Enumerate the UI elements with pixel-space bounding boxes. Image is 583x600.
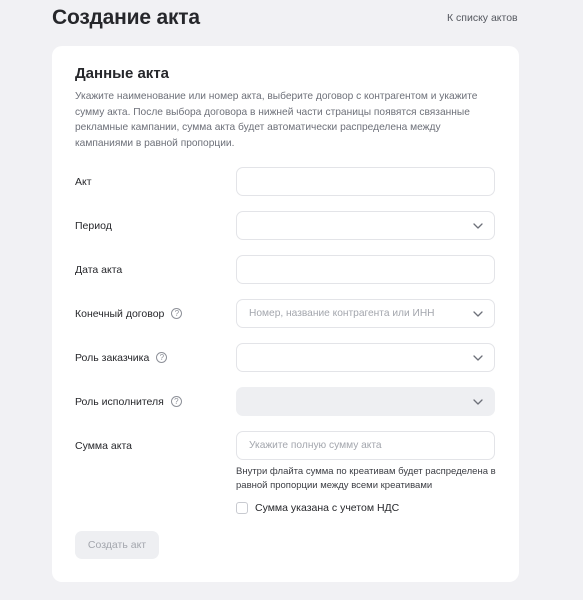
contract-select[interactable]: Номер, название контрагента или ИНН bbox=[236, 299, 495, 328]
vat-checkbox-label[interactable]: Сумма указана с учетом НДС bbox=[255, 502, 399, 514]
row-contract: Конечный договор ? Номер, название контр… bbox=[52, 299, 519, 328]
executor-role-select[interactable] bbox=[236, 387, 495, 416]
row-period: Период bbox=[52, 211, 519, 240]
section-description: Укажите наименование или номер акта, выб… bbox=[75, 91, 478, 149]
row-executor-role: Роль исполнителя ? bbox=[52, 387, 519, 416]
chevron-down-icon bbox=[473, 311, 483, 317]
chevron-down-icon bbox=[473, 399, 483, 405]
question-icon[interactable]: ? bbox=[156, 352, 168, 363]
vat-checkbox[interactable] bbox=[236, 502, 248, 514]
create-act-button[interactable]: Создать акт bbox=[75, 531, 159, 559]
period-select[interactable] bbox=[236, 211, 495, 240]
question-icon[interactable]: ? bbox=[171, 308, 183, 319]
act-input[interactable] bbox=[236, 167, 495, 196]
amount-placeholder: Укажите полную сумму акта bbox=[249, 440, 382, 451]
contract-placeholder: Номер, название контрагента или ИНН bbox=[249, 308, 435, 319]
customer-role-label: Роль заказчика bbox=[75, 351, 150, 364]
row-amount: Сумма акта Укажите полную сумму акта bbox=[52, 431, 519, 460]
question-icon[interactable]: ? bbox=[170, 396, 182, 407]
executor-role-label-wrap: Роль исполнителя ? bbox=[75, 387, 182, 416]
act-form-card: Данные акта Укажите наименование или ном… bbox=[52, 46, 519, 582]
customer-role-select[interactable] bbox=[236, 343, 495, 372]
amount-hint: Внутри флайта сумма по креативам будет р… bbox=[236, 466, 496, 491]
amount-label: Сумма акта bbox=[75, 439, 132, 452]
page-title: Создание акта bbox=[52, 6, 200, 29]
act-label: Акт bbox=[75, 175, 92, 188]
act-date-label: Дата акта bbox=[75, 263, 123, 276]
back-to-acts-link[interactable]: К списку актов bbox=[447, 12, 518, 24]
chevron-down-icon bbox=[473, 223, 483, 229]
row-act: Акт bbox=[52, 167, 519, 196]
section-title: Данные акта bbox=[75, 65, 170, 82]
period-label: Период bbox=[75, 219, 112, 232]
amount-input[interactable]: Укажите полную сумму акта bbox=[236, 431, 495, 460]
contract-label-wrap: Конечный договор ? bbox=[75, 299, 183, 328]
vat-checkbox-row[interactable]: Сумма указана с учетом НДС bbox=[236, 501, 399, 515]
row-act-date: Дата акта bbox=[52, 255, 519, 284]
row-customer-role: Роль заказчика ? bbox=[52, 343, 519, 372]
executor-role-label: Роль исполнителя bbox=[75, 395, 164, 408]
contract-label: Конечный договор bbox=[75, 307, 165, 320]
customer-role-label-wrap: Роль заказчика ? bbox=[75, 343, 168, 372]
chevron-down-icon bbox=[473, 355, 483, 361]
act-date-input[interactable] bbox=[236, 255, 495, 284]
